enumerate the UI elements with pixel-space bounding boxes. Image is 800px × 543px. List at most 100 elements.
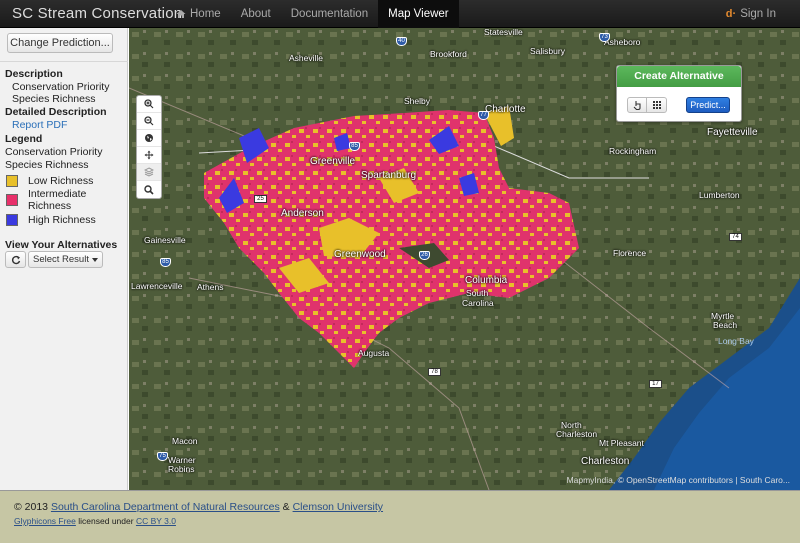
interstate-shield: 77 (478, 111, 489, 120)
alternatives-controls: Select Result (5, 251, 103, 268)
nav-map-viewer[interactable]: Map Viewer (378, 0, 459, 28)
description-line-1: Conservation Priority (12, 81, 110, 93)
highway-shield: 17 (649, 380, 662, 388)
grid-tool-button[interactable] (647, 97, 667, 113)
report-pdf-link[interactable]: Report PDF (12, 119, 67, 131)
label-anderson: Anderson (281, 208, 324, 219)
description-heading: Description (5, 68, 63, 80)
sign-in-link[interactable]: d· Sign In (726, 0, 776, 28)
legend-heading: Legend (5, 133, 43, 145)
label-brookford: Brookford (430, 49, 467, 59)
label-augusta: Augusta (358, 348, 390, 358)
layers-button[interactable] (137, 164, 161, 181)
label-greenville: Greenville (310, 156, 356, 167)
pan-button[interactable] (137, 147, 161, 164)
main-nav: Home About Documentation Map Viewer (166, 0, 459, 28)
label-spartanburg: Spartanburg (361, 170, 417, 181)
nav-documentation[interactable]: Documentation (281, 0, 378, 28)
zoom-out-button[interactable] (137, 113, 161, 130)
label-mt-pleasant: Mt Pleasant (599, 438, 644, 448)
sidebar-divider (0, 61, 128, 62)
create-alternative-title[interactable]: Create Alternative (617, 66, 741, 87)
highway-shield: 25 (254, 195, 267, 203)
dnr-link[interactable]: South Carolina Department of Natural Res… (51, 501, 280, 513)
highway-shield: 78 (428, 368, 441, 376)
description-line-2: Species Richness (12, 93, 96, 105)
refresh-icon (11, 255, 20, 264)
interstate-shield: 85 (349, 142, 360, 151)
zoom-in-icon (144, 99, 154, 109)
interstate-shield: 26 (419, 251, 430, 260)
label-north-charleston: Charleston (556, 429, 598, 439)
nav-home-label: Home (190, 8, 221, 20)
footer-license: Glyphicons Free licensed under CC BY 3.0 (14, 516, 176, 526)
label-columbia: Columbia (465, 275, 508, 286)
legend-swatch-intermediate (6, 194, 18, 206)
label-statesville: Statesville (484, 28, 523, 37)
sidebar: Change Prediction... Description Conserv… (0, 28, 128, 490)
interstate-shield: 85 (160, 258, 171, 267)
label-robins: Robins (168, 464, 195, 474)
legend-label-intermediate-2: Richness (28, 200, 72, 212)
map-attribution: MapmyIndia, © OpenStreetMap contributors… (566, 475, 790, 485)
label-athens: Athens (197, 282, 224, 292)
label-macon: Macon (172, 436, 198, 446)
label-shelby: Shelby (404, 96, 430, 106)
label-gainesville: Gainesville (144, 235, 186, 245)
search-icon (144, 184, 154, 195)
label-florence: Florence (613, 248, 647, 258)
create-alternative-panel: Create Alternative Predict... (616, 65, 742, 122)
interstate-shield: 40 (396, 37, 407, 46)
legend-label-high: High Richness (28, 214, 96, 226)
zoom-out-icon (144, 116, 154, 126)
legend-label-intermediate: Intermediate (28, 188, 87, 200)
licensed-text: licensed under (78, 516, 134, 526)
move-icon (144, 150, 154, 160)
copyright-text: © 2013 (14, 501, 49, 513)
select-result-dropdown[interactable]: Select Result (28, 251, 103, 268)
nav-home[interactable]: Home (166, 0, 231, 28)
label-lawrenceville: Lawrenceville (131, 281, 183, 291)
nav-about[interactable]: About (231, 0, 281, 28)
legend-title-2: Species Richness (5, 159, 89, 171)
select-result-label: Select Result (33, 254, 89, 265)
interstate-shield: 75 (157, 452, 168, 461)
change-prediction-button[interactable]: Change Prediction... (7, 33, 113, 53)
sign-in-label: Sign In (740, 8, 776, 20)
footer-credits: © 2013 South Carolina Department of Natu… (14, 501, 383, 513)
full-extent-button[interactable] (137, 130, 161, 147)
select-tool-button[interactable] (627, 97, 647, 113)
legend-title-1: Conservation Priority (5, 146, 103, 158)
legend-label-low: Low Richness (28, 175, 94, 187)
label-greenwood: Greenwood (334, 249, 386, 260)
label-rockingham: Rockingham (609, 146, 657, 156)
label-lumberton: Lumberton (699, 190, 740, 200)
glyphicons-link[interactable]: Glyphicons Free (14, 516, 76, 526)
legend-swatch-low (6, 175, 18, 187)
detailed-description-heading: Detailed Description (5, 106, 107, 118)
cc-license-link[interactable]: CC BY 3.0 (136, 516, 176, 526)
label-beach: Beach (713, 320, 738, 330)
label-long-bay: Long Bay (718, 336, 754, 346)
top-navbar: SC Stream Conservation Home About Docume… (0, 0, 800, 28)
highway-shield: 74 (729, 233, 742, 241)
footer-amp: & (282, 501, 290, 513)
footer: © 2013 South Carolina Department of Natu… (0, 490, 800, 543)
label-carolina: Carolina (462, 298, 494, 308)
hand-pointer-icon (633, 101, 641, 110)
label-asheville: Asheville (289, 53, 324, 63)
predict-button[interactable]: Predict... (686, 97, 730, 113)
legend-swatch-high (6, 214, 18, 226)
label-salisbury: Salisbury (530, 46, 565, 56)
refresh-button[interactable] (5, 251, 26, 268)
search-button[interactable] (137, 181, 161, 198)
label-charlotte: Charlotte (485, 104, 526, 115)
chevron-down-icon (91, 257, 98, 262)
sign-in-icon: d· (725, 8, 737, 20)
globe-icon (145, 134, 153, 142)
app-title[interactable]: SC Stream Conservation (12, 5, 182, 22)
label-south: South (466, 288, 489, 298)
clemson-link[interactable]: Clemson University (293, 501, 383, 513)
alternatives-heading: View Your Alternatives (5, 239, 118, 251)
zoom-in-button[interactable] (137, 96, 161, 113)
